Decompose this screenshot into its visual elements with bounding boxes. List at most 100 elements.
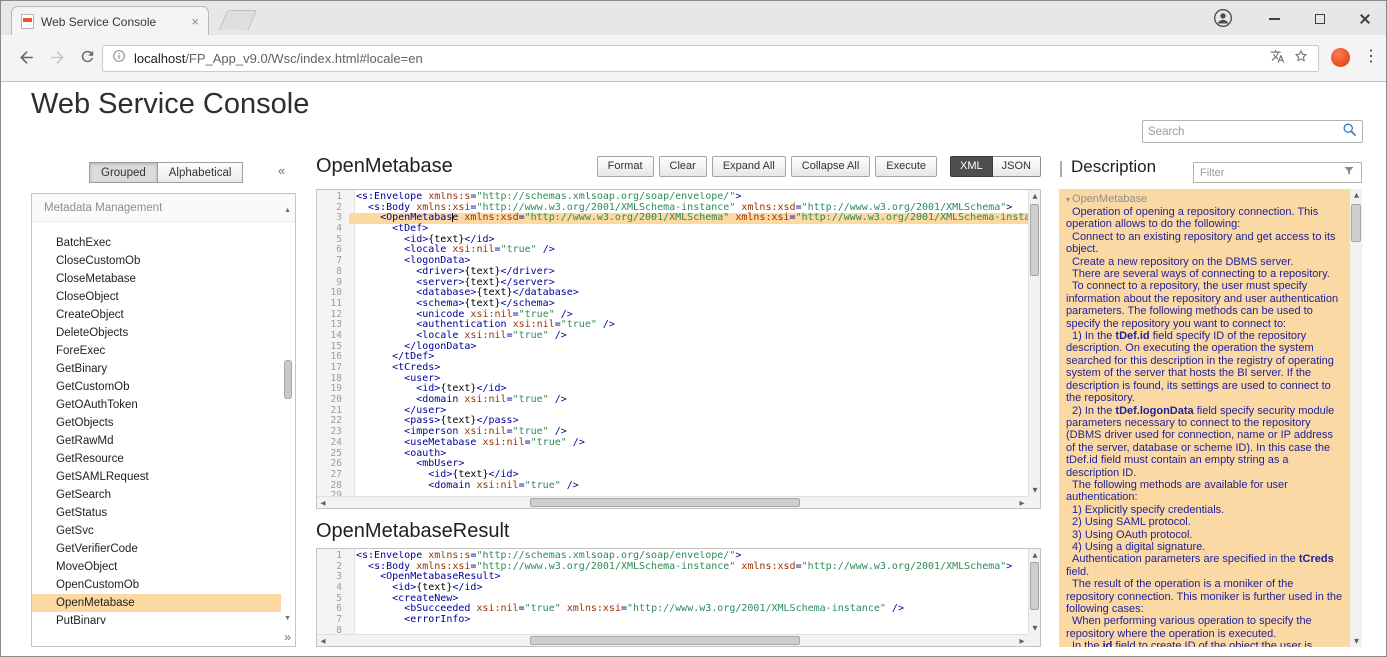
sidebar-item[interactable]: GetVerifierCode [32,540,281,558]
search-box [1142,120,1363,143]
toolbar-button[interactable]: Collapse All [791,156,870,177]
sidebar-item[interactable]: GetSearch [32,486,281,504]
description-content: ▾OpenMetabase Operation of opening a rep… [1059,189,1349,647]
vertical-scrollbar[interactable]: ▲ ▼ [1028,190,1040,496]
new-tab-button[interactable] [219,10,258,30]
request-editor[interactable]: 1 <s:Envelope xmlns:s="http://schemas.xm… [316,189,1041,509]
sidebar-item[interactable]: CloseCustomOb [32,252,281,270]
sidebar-item[interactable]: CloseMetabase [32,270,281,288]
description-node-header[interactable]: ▾OpenMetabase [1066,193,1344,205]
description-scrollbar[interactable]: ▲ ▼ [1349,189,1362,647]
response-code[interactable]: 1 <s:Envelope xmlns:s="http://schemas.xm… [317,551,1028,634]
horizontal-scrollbar[interactable]: ◀ ▶ [317,634,1028,646]
sidebar-item[interactable]: OpenMetabase [32,594,281,612]
sidebar-item[interactable]: GetStatus [32,504,281,522]
format-toggle: XML JSON [950,156,1041,177]
panel-splitter[interactable] [1060,161,1062,177]
scrollbar-thumb[interactable] [284,360,292,399]
description-paragraph: Operation of opening a repository connec… [1066,206,1344,231]
scrollbar-thumb[interactable] [1030,562,1039,610]
sidebar-item[interactable]: GetOAuthToken [32,396,281,414]
line-number: 4 [317,583,349,594]
scroll-up-icon[interactable]: ▲ [1029,549,1041,561]
sidebar-item[interactable]: CloseObject [32,288,281,306]
back-button[interactable] [17,48,36,72]
scroll-down-icon[interactable]: ▼ [1350,635,1362,647]
vertical-scrollbar[interactable]: ▲ ▼ [1028,549,1040,634]
scroll-right-icon[interactable]: ▶ [1016,497,1028,509]
profile-icon[interactable] [1213,8,1233,33]
info-icon[interactable] [112,49,126,68]
sidebar-item[interactable]: GetObjects [32,414,281,432]
scroll-left-icon[interactable]: ◀ [317,497,329,509]
grouped-button[interactable]: Grouped [89,162,158,183]
code-text: <domain xsi:nil="true" /> [349,395,1028,406]
window-close-button[interactable] [1352,9,1378,29]
scroll-down-icon[interactable]: ▼ [284,615,291,622]
sidebar-item[interactable]: GetCustomOb [32,378,281,396]
forward-button[interactable] [48,48,67,72]
scroll-up-icon[interactable]: ▲ [1029,190,1041,202]
scroll-down-icon[interactable]: ▼ [1029,622,1041,634]
filter-input[interactable] [1200,167,1343,179]
browser-menu-icon[interactable]: ⋮ [1363,46,1377,66]
response-editor[interactable]: 1 <s:Envelope xmlns:s="http://schemas.xm… [316,548,1041,647]
sidebar-item[interactable]: GetSAMLRequest [32,468,281,486]
sidebar-item[interactable]: BatchExec [32,234,281,252]
toolbar-button[interactable]: Expand All [712,156,786,177]
reload-button[interactable] [79,48,96,70]
sidebar-item[interactable]: GetBinary [32,360,281,378]
sidebar-expand-button[interactable]: » [284,630,291,644]
sidebar-collapse-button[interactable]: « [278,163,285,178]
scroll-up-icon[interactable]: ▲ [1350,189,1362,201]
sidebar-item[interactable]: MoveObject [32,558,281,576]
sidebar-item[interactable]: PutBinary [32,612,281,624]
sidebar-item[interactable]: GetRawMd [32,432,281,450]
scrollbar-thumb[interactable] [1030,204,1039,276]
translate-icon[interactable] [1270,49,1285,69]
scroll-up-icon[interactable]: ▲ [284,207,291,214]
sidebar-item[interactable]: GetResource [32,450,281,468]
alphabetical-button[interactable]: Alphabetical [158,162,244,183]
scroll-down-icon[interactable]: ▼ [1029,484,1041,496]
tab-close-icon[interactable]: × [191,15,199,28]
description-paragraph: 1) Explicitly specify credentials. [1066,504,1344,516]
description-paragraph: There are several ways of connecting to … [1066,268,1344,280]
sidebar-item[interactable]: ForeExec [32,342,281,360]
filter-funnel-icon[interactable] [1343,164,1355,182]
scroll-left-icon[interactable]: ◀ [317,635,329,647]
line-number: 24 [317,438,349,449]
minimize-button[interactable] [1261,9,1287,29]
code-text: <errorInfo> [349,615,1028,626]
format-button[interactable]: XML [950,156,993,177]
scrollbar-thumb[interactable] [1351,204,1361,242]
scroll-right-icon[interactable]: ▶ [1016,635,1028,647]
maximize-button[interactable] [1307,9,1333,29]
toolbar-button[interactable]: Clear [659,156,707,177]
line-number: 4 [317,224,349,235]
filter-box [1193,162,1362,183]
search-icon[interactable] [1342,122,1357,142]
tab-title: Web Service Console [41,15,184,29]
line-number: 7 [317,615,349,626]
sidebar-item[interactable]: OpenCustomOb [32,576,281,594]
toolbar-button[interactable]: Format [597,156,654,177]
url-text: localhost/FP_App_v9.0/Wsc/index.html#loc… [134,51,1262,66]
group-header[interactable]: Metadata Management [32,194,295,222]
extension-icon[interactable] [1331,48,1350,67]
sidebar-item[interactable]: GetSvc [32,522,281,540]
scrollbar-thumb[interactable] [530,498,800,507]
browser-tab[interactable]: Web Service Console × [11,6,209,36]
description-panel: ▾OpenMetabase Operation of opening a rep… [1059,189,1362,647]
line-number: 1 [317,192,349,203]
format-button[interactable]: JSON [993,156,1041,177]
sidebar-item[interactable]: DeleteObjects [32,324,281,342]
scrollbar-thumb[interactable] [530,636,800,645]
toolbar-button[interactable]: Execute [875,156,937,177]
sidebar-item[interactable]: CreateObject [32,306,281,324]
request-code[interactable]: 1 <s:Envelope xmlns:s="http://schemas.xm… [317,192,1028,496]
address-bar[interactable]: localhost/FP_App_v9.0/Wsc/index.html#loc… [102,45,1319,72]
search-input[interactable] [1148,126,1342,138]
horizontal-scrollbar[interactable]: ◀ ▶ [317,496,1028,508]
bookmark-star-icon[interactable] [1293,48,1309,69]
